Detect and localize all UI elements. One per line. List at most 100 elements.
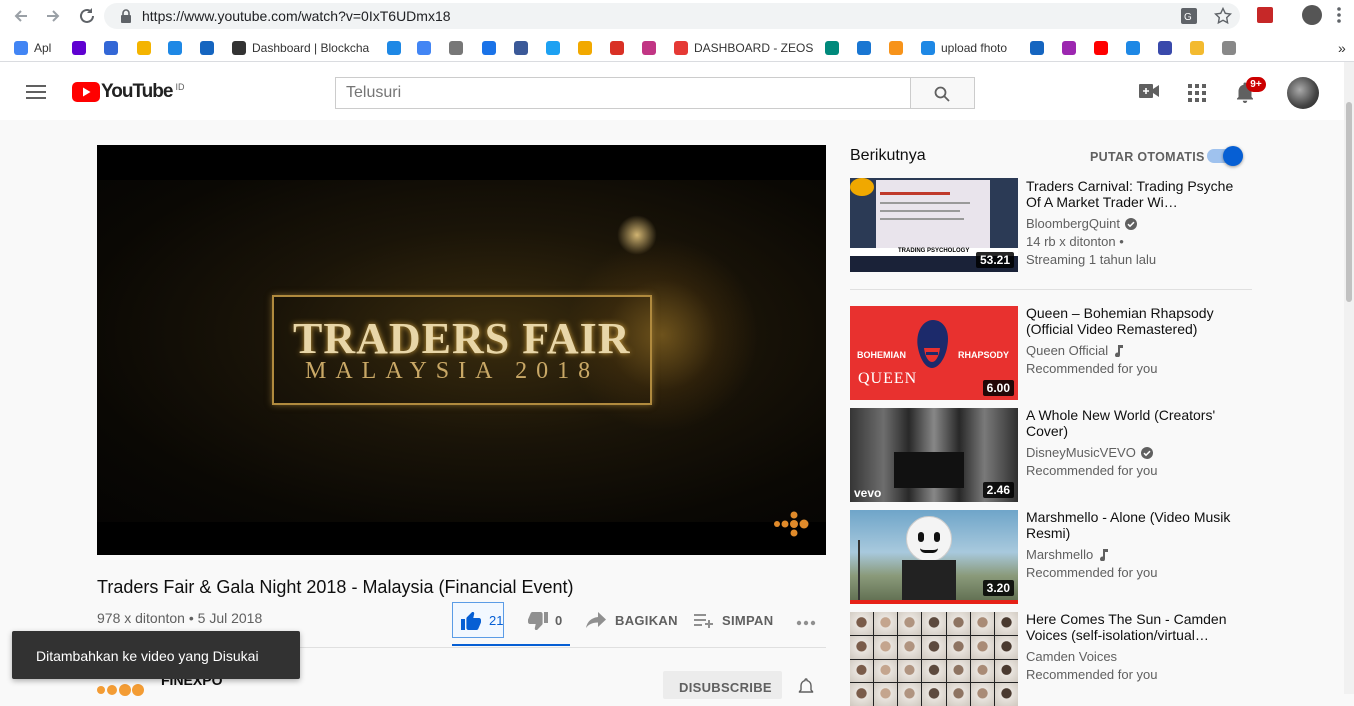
profile-avatar-icon[interactable]: [1302, 5, 1322, 25]
sidebar-thumbnail-1[interactable]: TRADING PSYCHOLOGY 53.21: [850, 178, 1018, 272]
sidebar-thumbnail-3[interactable]: vevo 2.46: [850, 408, 1018, 502]
menu-kebab-icon[interactable]: [1336, 6, 1342, 24]
bookmark-item[interactable]: [1062, 40, 1082, 56]
share-button[interactable]: BAGIKAN: [586, 612, 678, 628]
like-button[interactable]: 21: [452, 602, 504, 638]
search-box[interactable]: [335, 77, 911, 109]
bookmark-item[interactable]: [1190, 40, 1210, 56]
channel-logo: [850, 178, 874, 196]
bookmark-item[interactable]: [825, 40, 845, 56]
sidebar-thumbnail-2[interactable]: BOHEMIAN RHAPSODY QUEEN 6.00: [850, 306, 1018, 400]
triangle-icon: [137, 41, 151, 55]
verified-check-icon: [1140, 446, 1153, 459]
sidebar-item-title[interactable]: Queen – Bohemian Rhapsody (Official Vide…: [1026, 305, 1236, 337]
apps-grid-icon: [14, 41, 28, 55]
four-icon: [104, 41, 118, 55]
sidebar-item-channel[interactable]: Marshmello: [1026, 547, 1109, 562]
bookmark-item[interactable]: [137, 40, 157, 56]
address-bar[interactable]: https://www.youtube.com/watch?v=0IxT6UDm…: [104, 3, 1240, 29]
bookmarks-overflow-button[interactable]: »: [1338, 40, 1346, 56]
bookmark-item[interactable]: [857, 40, 877, 56]
forward-icon[interactable]: [44, 7, 62, 25]
sidebar-item-channel[interactable]: Camden Voices: [1026, 649, 1117, 664]
save-button[interactable]: SIMPAN: [694, 612, 773, 628]
subscribe-label: DISUBSCRIBE: [679, 680, 772, 695]
bookmark-item[interactable]: [1126, 40, 1146, 56]
slide-line: [880, 202, 970, 204]
create-video-icon[interactable]: [1139, 84, 1159, 98]
bookmark-item[interactable]: upload fhoto: [921, 40, 1007, 56]
youtube-logo[interactable]: YouTube ID: [72, 81, 184, 103]
bookmark-item[interactable]: [417, 40, 437, 56]
bookmark-item[interactable]: [1030, 40, 1050, 56]
up-next-label: Berikutnya: [850, 147, 926, 164]
reload-icon[interactable]: [77, 6, 97, 26]
bookmark-item[interactable]: [482, 40, 502, 56]
apps-grid-icon[interactable]: [1188, 84, 1206, 102]
bitcoin-orange-icon: [889, 41, 903, 55]
autoplay-toggle[interactable]: [1207, 146, 1243, 166]
bookmark-item[interactable]: [168, 40, 188, 56]
bookmark-item[interactable]: [546, 40, 566, 56]
more-actions-icon[interactable]: [796, 620, 816, 626]
sidebar-item-title[interactable]: A Whole New World (Creators' Cover): [1026, 407, 1236, 439]
bookmark-item[interactable]: [1158, 40, 1178, 56]
bookmark-item[interactable]: Dashboard | Blockcha: [232, 40, 369, 56]
sidebar-item-channel[interactable]: Queen Official: [1026, 343, 1124, 358]
bookmark-item[interactable]: [1222, 40, 1242, 56]
bookmark-star-icon[interactable]: [1214, 7, 1232, 25]
sidebar-item-title[interactable]: Here Comes The Sun - Camden Voices (self…: [1026, 611, 1236, 643]
bookmark-item[interactable]: [889, 40, 909, 56]
hamburger-menu-icon[interactable]: [26, 84, 46, 100]
translate-page-icon[interactable]: G: [1180, 7, 1198, 25]
channel-bell-icon[interactable]: [798, 678, 814, 694]
sidebar-item-channel[interactable]: BloombergQuint: [1026, 216, 1137, 231]
scrollbar-thumb[interactable]: [1346, 102, 1352, 302]
channel-avatar[interactable]: [97, 678, 145, 698]
bookmark-item[interactable]: [387, 40, 407, 56]
user-avatar[interactable]: [1287, 77, 1319, 109]
search-button[interactable]: [910, 77, 975, 109]
back-icon[interactable]: [12, 7, 30, 25]
marshmello-eye: [918, 532, 924, 542]
sidebar-item-channel[interactable]: DisneyMusicVEVO: [1026, 445, 1153, 460]
music-note-icon: [1115, 344, 1124, 357]
bookmark-item[interactable]: DASHBOARD - ZEOS: [674, 40, 813, 56]
slide-screen: [876, 180, 990, 252]
binance-icon: [1190, 41, 1204, 55]
bookmark-item[interactable]: [104, 40, 124, 56]
music-note-icon: [1100, 548, 1109, 561]
p-icon: [387, 41, 401, 55]
sidebar-item-title[interactable]: Traders Carnival: Trading Psyche Of A Ma…: [1026, 178, 1236, 210]
youtube-header: YouTube ID 9+: [0, 62, 1354, 120]
dislike-button[interactable]: [528, 612, 548, 630]
bookmark-item[interactable]: [642, 40, 662, 56]
lock-icon: [120, 9, 132, 23]
bookmark-item[interactable]: [449, 40, 469, 56]
bookmark-item[interactable]: Apl: [14, 40, 51, 56]
call-participant-tile: [874, 659, 898, 683]
thumbs-down-icon: [528, 612, 548, 630]
call-participant-tile: [970, 612, 994, 635]
bookmark-item[interactable]: [72, 40, 92, 56]
subscribe-button[interactable]: DISUBSCRIBE: [663, 671, 782, 699]
bookmark-item[interactable]: [578, 40, 598, 56]
call-participant-tile: [970, 683, 994, 706]
search-input[interactable]: [336, 78, 910, 108]
video-call-grid: [850, 612, 1018, 706]
bookmark-item[interactable]: [200, 40, 220, 56]
bookmark-item[interactable]: [514, 40, 534, 56]
channel-name-text: Marshmello: [1026, 547, 1094, 562]
bookmark-item[interactable]: [610, 40, 630, 56]
sidebar-item-title[interactable]: Marshmello - Alone (Video Musik Resmi): [1026, 509, 1236, 541]
sidebar-thumbnail-4[interactable]: 3.20: [850, 510, 1018, 604]
video-player[interactable]: TRADERS FAIR MALAYSIA 2018: [97, 145, 826, 555]
toast-text: Ditambahkan ke video yang Disukai: [36, 648, 259, 664]
sidebar-thumbnail-5[interactable]: [850, 612, 1018, 706]
page-scrollbar[interactable]: [1344, 62, 1354, 694]
marshmello-head: [906, 516, 952, 562]
bookmark-item[interactable]: [1094, 40, 1114, 56]
extension-icon[interactable]: [1257, 7, 1273, 23]
duration-badge: 2.46: [982, 482, 1014, 498]
youtube-icon: [1094, 41, 1108, 55]
